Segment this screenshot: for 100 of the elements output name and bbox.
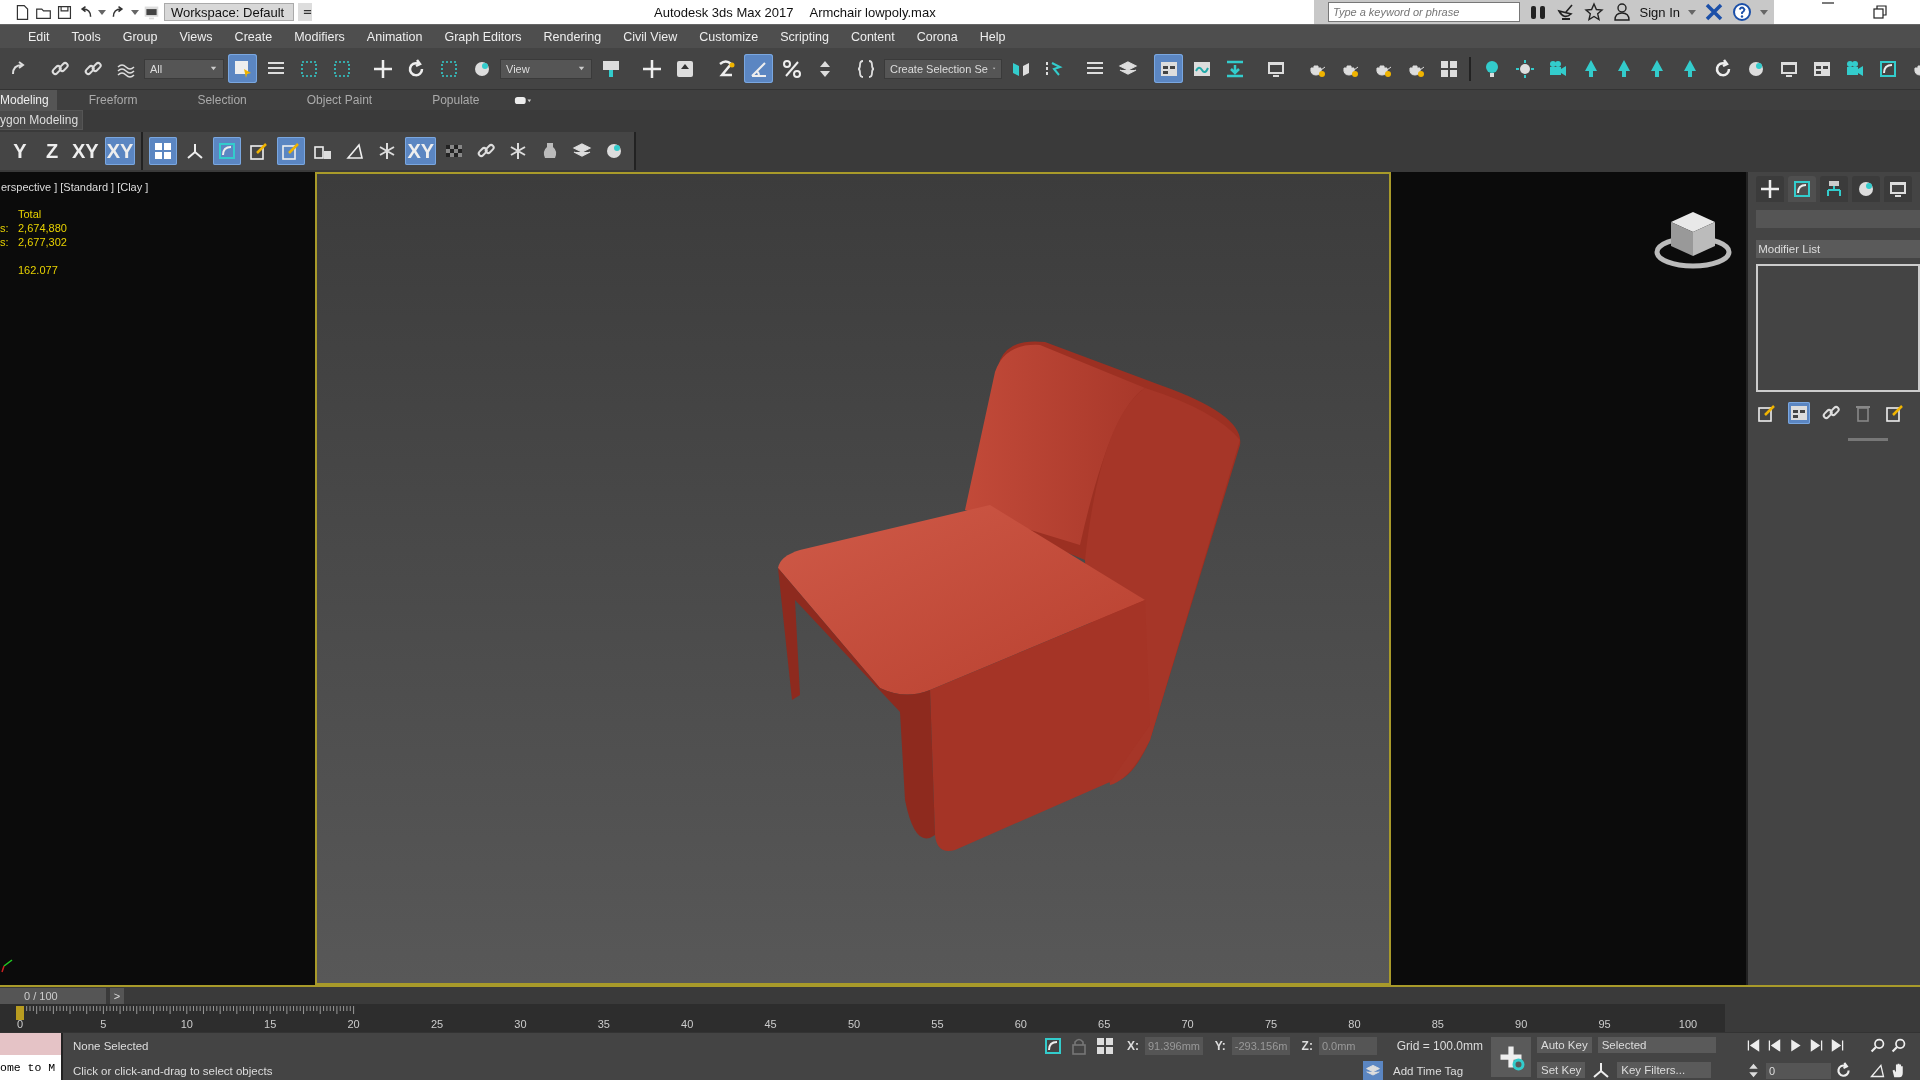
grid-size: Grid = 100.0mm — [1396, 1038, 1483, 1053]
menu-item[interactable]: Create — [222, 29, 283, 44]
viewport[interactable] — [314, 172, 1391, 985]
dashed-square-icon — [298, 58, 319, 79]
frame-number: 100 — [1678, 1018, 1698, 1030]
caret-icon — [1688, 9, 1696, 15]
axis-constraint-button[interactable]: Z — [38, 137, 66, 165]
coordinate-label: Y: — [1214, 1038, 1226, 1053]
menu-item[interactable]: Tools — [59, 29, 111, 44]
skip-forward-icon — [1808, 1037, 1825, 1054]
frame-icon — [217, 141, 238, 161]
menu-item[interactable]: Modifiers — [282, 29, 355, 44]
dish-icon — [1555, 2, 1576, 22]
axis-constraint-button[interactable]: Y — [6, 137, 34, 165]
ribbon-button[interactable] — [149, 137, 178, 165]
time-slider-thumb[interactable]: 0 / 100 — [0, 987, 106, 1004]
edit-icon — [281, 141, 302, 161]
menu-item[interactable]: Views — [167, 29, 223, 44]
rollout-grip[interactable] — [1848, 438, 1889, 441]
set-key-button[interactable]: Set Key — [1537, 1061, 1586, 1078]
frame-number: 30 — [514, 1018, 527, 1030]
app-title: Autodesk 3ds Max 2017 — [654, 4, 794, 20]
sign-in-link[interactable]: Sign In — [1639, 4, 1680, 20]
frame-number: 90 — [1515, 1018, 1528, 1030]
select-icon — [232, 58, 253, 79]
modifier-stack[interactable] — [1756, 264, 1920, 392]
new-file-icon — [14, 3, 31, 21]
edit-icon — [249, 141, 270, 161]
frame-number: 85 — [1431, 1018, 1444, 1030]
toggle-icon — [513, 95, 532, 105]
add-time-tag-label[interactable]: Add Time Tag — [1393, 1064, 1464, 1077]
menu-item[interactable]: Edit — [16, 29, 60, 44]
track-bar[interactable]: 0 5 10 15 20 25 30 35 40 45 50 55 60 65 70 75 80 85 90 95 100 — [0, 1004, 1725, 1032]
menu-item[interactable]: Rendering — [531, 29, 612, 44]
dots-grid-icon — [153, 141, 174, 161]
search-field[interactable]: Type a keyword or phrase — [1328, 2, 1520, 22]
menu-item[interactable]: Civil View — [611, 29, 688, 44]
workspace-menu-button[interactable] — [298, 3, 312, 21]
command-panel-tab[interactable] — [1884, 176, 1913, 202]
workspace-dropdown[interactable]: Workspace: Default — [164, 3, 294, 21]
menu-item[interactable]: Graph Editors — [432, 29, 532, 44]
frame-number: 40 — [681, 1018, 694, 1030]
braces-icon — [855, 58, 876, 79]
command-panel-tab[interactable] — [1852, 176, 1881, 202]
dropdown[interactable]: Create Selection Se — [884, 58, 1002, 79]
triangle-icon — [345, 141, 366, 161]
command-panel-tab[interactable] — [1788, 176, 1817, 202]
viewport-label[interactable]: erspective ] [Standard ] [Clay ] — [0, 181, 149, 193]
sun-icon — [1514, 58, 1535, 79]
ribbon-tab[interactable]: Freeform — [56, 90, 166, 110]
frame-number: 20 — [347, 1018, 360, 1030]
current-frame-marker[interactable] — [16, 1006, 24, 1020]
grid-icon — [1095, 1035, 1115, 1056]
menu-item[interactable]: Help — [967, 29, 1016, 44]
skip-back-icon — [1745, 1037, 1762, 1054]
ribbon-button[interactable] — [213, 137, 242, 165]
stack-button[interactable] — [1788, 402, 1811, 424]
ribbon-button[interactable] — [277, 137, 306, 165]
ribbon-options-button[interactable] — [513, 95, 532, 105]
frame-number: 25 — [430, 1018, 444, 1030]
pivot-icon — [600, 58, 621, 79]
frame-number: 70 — [1181, 1018, 1194, 1030]
caret-icon — [209, 64, 218, 73]
triangle-icon — [1869, 1062, 1886, 1079]
dashed-square-icon — [438, 58, 459, 79]
frame-icon — [1877, 58, 1898, 79]
dropdown[interactable]: View — [500, 58, 592, 79]
frame-number: 10 — [180, 1018, 193, 1030]
time-tag-button[interactable] — [1363, 1060, 1383, 1080]
set-keys-button[interactable] — [1491, 1037, 1531, 1077]
ribbon-tab[interactable]: Modeling — [0, 90, 57, 110]
toolbar-button[interactable] — [1154, 54, 1183, 83]
menu-item[interactable]: Content — [838, 29, 905, 44]
ribbon-tab[interactable]: Populate — [400, 90, 508, 110]
menu-item[interactable]: Customize — [687, 29, 769, 44]
command-panel-tab[interactable] — [1820, 176, 1849, 202]
key-mode-dropdown[interactable]: Selected — [1597, 1036, 1716, 1053]
current-frame-field[interactable]: 0 — [1766, 1062, 1831, 1079]
ribbon-panel-title: ygon Modeling — [0, 110, 84, 130]
frame-number: 95 — [1598, 1018, 1611, 1030]
frame-number: 55 — [931, 1018, 944, 1030]
dropdown[interactable]: All — [144, 58, 224, 79]
ribbon-tab[interactable]: Object Paint — [274, 90, 401, 110]
menu-item[interactable]: Animation — [354, 29, 433, 44]
next-frame-button[interactable]: > — [110, 987, 124, 1004]
caret-icon — [98, 9, 106, 15]
key-filters-button[interactable]: Key Filters... — [1617, 1061, 1712, 1078]
menu-item[interactable]: Scripting — [768, 29, 839, 44]
zoom-icon — [1890, 1037, 1907, 1054]
menu-item[interactable]: Corona — [904, 29, 968, 44]
modifier-list-dropdown[interactable]: Modifier List — [1756, 240, 1920, 258]
frame-icon — [1043, 1035, 1063, 1056]
frame-number: 0 — [16, 1018, 24, 1030]
menu-item[interactable]: Group — [110, 29, 168, 44]
command-panel-tab[interactable] — [1756, 176, 1785, 202]
frame-icon — [1792, 179, 1813, 199]
ribbon-tab[interactable]: Selection — [165, 90, 275, 110]
fps-value: 162.077 — [18, 264, 59, 276]
auto-key-button[interactable]: Auto Key — [1537, 1036, 1592, 1053]
axis-constraint-button[interactable]: XY — [70, 137, 101, 165]
